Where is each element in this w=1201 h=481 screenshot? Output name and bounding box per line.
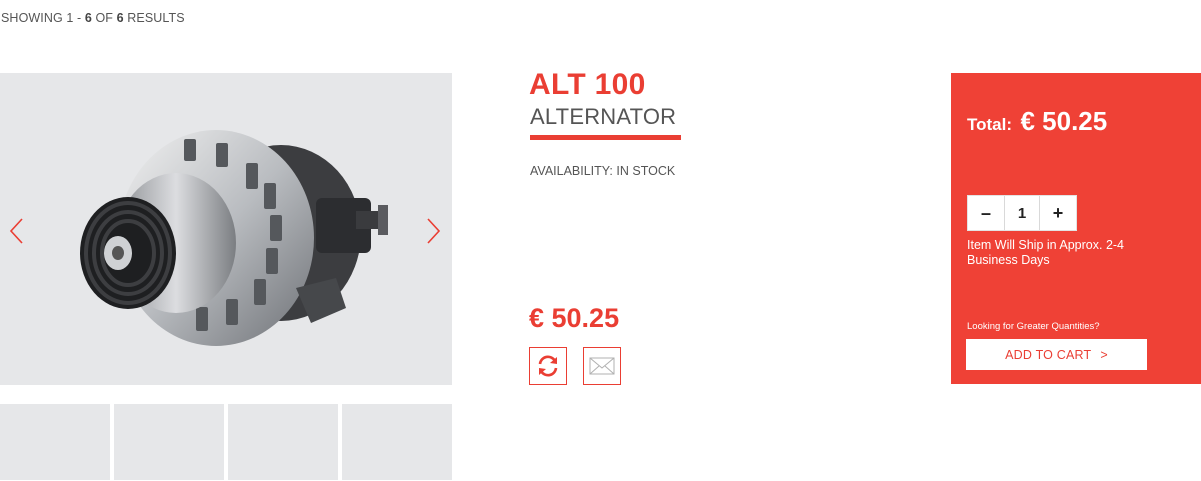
chevron-left-icon[interactable]	[7, 217, 27, 245]
envelope-icon	[589, 357, 615, 375]
quantity-stepper: – 1 +	[967, 195, 1077, 231]
email-button[interactable]	[583, 347, 621, 385]
total-amount: € 50.25	[1020, 106, 1108, 136]
increase-quantity-button[interactable]: +	[1040, 196, 1076, 230]
product-main-image	[0, 73, 452, 385]
product-code: ALT 100	[529, 68, 646, 101]
greater-quantities-link[interactable]: Looking for Greater Quantities?	[967, 321, 1100, 332]
refresh-icon	[538, 355, 558, 377]
results-total: 6	[116, 11, 124, 25]
thumbnail-1[interactable]	[0, 404, 110, 480]
product-price: € 50.25	[529, 303, 620, 333]
shipping-note: Item Will Ship in Approx. 2-4 Business D…	[967, 238, 1125, 267]
title-underline	[530, 135, 681, 140]
results-range-end: 6	[84, 11, 92, 25]
cart-panel: Total: € 50.25 – 1 + Item Will Ship in A…	[951, 73, 1201, 384]
add-to-cart-label: ADD TO CART	[1005, 347, 1092, 362]
alternator-image	[80, 130, 388, 346]
results-prefix: SHOWING 1 -	[1, 11, 85, 25]
results-count: SHOWING 1 - 6 OF 6 RESULTS	[1, 11, 185, 25]
chevron-right-icon[interactable]	[423, 217, 443, 245]
thumbnail-3[interactable]	[228, 404, 338, 480]
product-name: ALTERNATOR	[530, 104, 677, 129]
refresh-button[interactable]	[529, 347, 567, 385]
cart-total: Total: € 50.25	[967, 106, 1107, 137]
chevron-right-icon: >	[1100, 347, 1108, 362]
results-of: OF	[91, 11, 117, 25]
availability-status: AVAILABILITY: IN STOCK	[530, 164, 676, 178]
thumbnail-2[interactable]	[114, 404, 224, 480]
total-label: Total:	[967, 115, 1013, 134]
thumbnail-4[interactable]	[342, 404, 452, 480]
decrease-quantity-button[interactable]: –	[968, 196, 1004, 230]
results-suffix: RESULTS	[123, 11, 185, 25]
add-to-cart-button[interactable]: ADD TO CART >	[966, 339, 1147, 370]
quantity-input[interactable]: 1	[1004, 196, 1040, 230]
